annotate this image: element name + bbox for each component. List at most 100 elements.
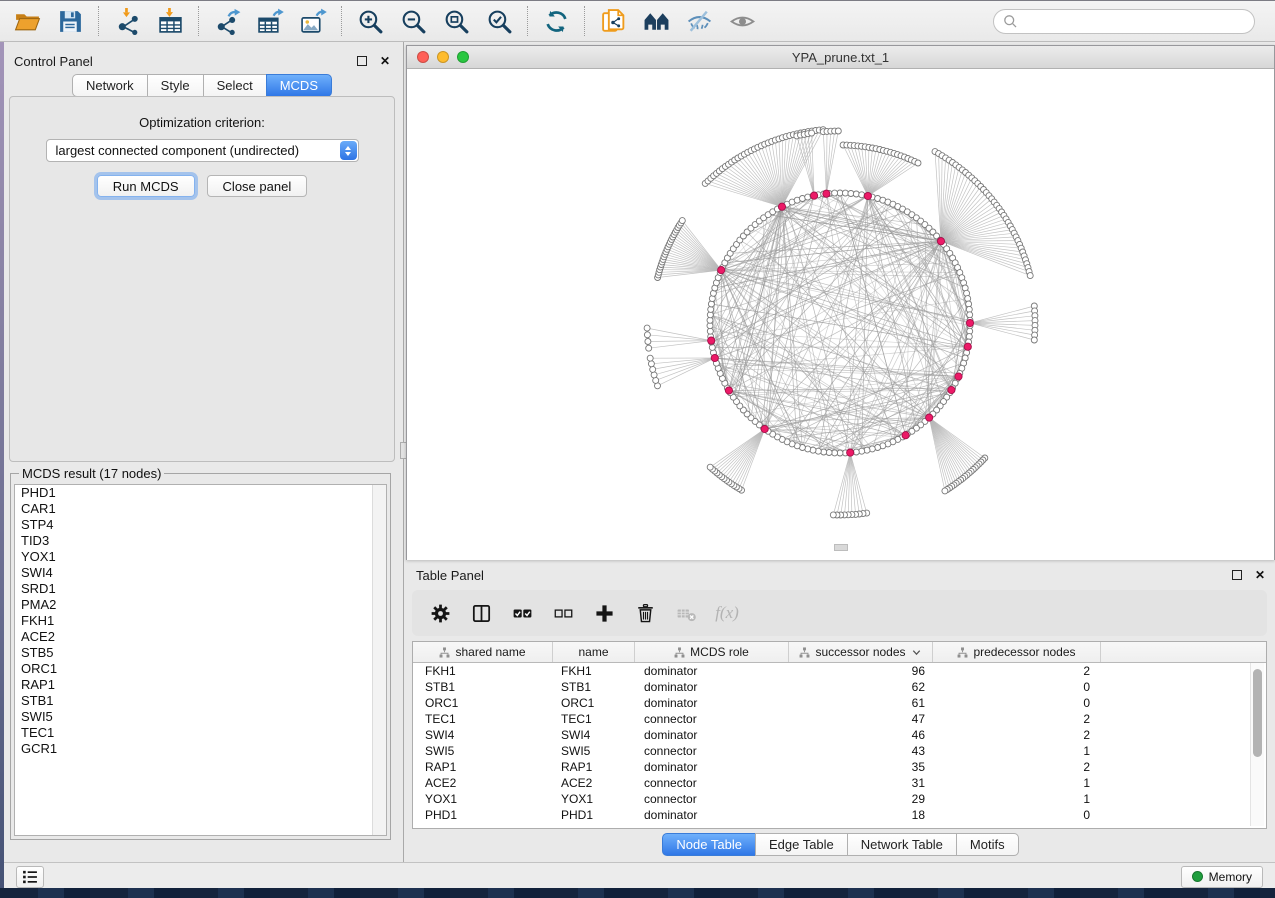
cell-shared-name: TEC1 [413, 711, 553, 727]
cell-successor-nodes: 62 [789, 679, 933, 695]
table-row[interactable]: FKH1FKH1dominator962 [413, 663, 1266, 679]
duplicate-network-button[interactable] [592, 3, 635, 39]
tab-edge-table[interactable]: Edge Table [755, 833, 848, 856]
network-window: YPA_prune.txt_1 [406, 45, 1275, 560]
export-image-button[interactable] [292, 3, 335, 39]
cell-successor-nodes: 18 [789, 807, 933, 823]
deselect-all-rows-button[interactable] [551, 601, 575, 625]
delete-columns-icon [635, 603, 656, 624]
cell-name: YOX1 [553, 791, 635, 807]
zoom-out-button[interactable] [392, 3, 435, 39]
select-all-rows-button[interactable] [510, 601, 534, 625]
zoom-selected-button[interactable] [478, 3, 521, 39]
column-header-predecessor-nodes[interactable]: predecessor nodes [933, 642, 1101, 662]
tab-node-table[interactable]: Node Table [662, 833, 756, 856]
mcds-node-item: STB5 [15, 645, 386, 661]
table-row[interactable]: PHD1PHD1dominator180 [413, 807, 1266, 823]
tab-motifs[interactable]: Motifs [956, 833, 1019, 856]
table-header-row: shared namename MCDS role successor nodes p… [413, 642, 1266, 663]
cell-mcds-role: dominator [635, 695, 789, 711]
control-panel: Control Panel ✕ NetworkStyleSelectMCDS O… [4, 42, 400, 862]
show-all-button[interactable] [721, 3, 764, 39]
column-header-shared-name[interactable]: shared name [413, 642, 553, 662]
column-label: MCDS role [690, 645, 749, 659]
zoom-fit-button[interactable] [435, 3, 478, 39]
select-all-rows-icon [512, 603, 533, 624]
table-row[interactable]: SWI5SWI5connector431 [413, 743, 1266, 759]
open-file-button[interactable] [6, 3, 49, 39]
mcds-node-item: CAR1 [15, 501, 386, 517]
mcds-result-list[interactable]: PHD1CAR1STP4TID3YOX1SWI4SRD1PMA2FKH1ACE2… [14, 484, 387, 836]
export-table-button[interactable] [249, 3, 292, 39]
run-mcds-button[interactable]: Run MCDS [97, 175, 195, 197]
cell-mcds-role: dominator [635, 759, 789, 775]
function-builder-label: f(x) [715, 603, 739, 623]
network-titlebar[interactable]: YPA_prune.txt_1 [407, 46, 1274, 69]
cell-successor-nodes: 31 [789, 775, 933, 791]
tab-select[interactable]: Select [203, 74, 267, 97]
search-icon [1002, 13, 1019, 30]
table-row[interactable]: ORC1ORC1dominator610 [413, 695, 1266, 711]
table-row[interactable]: SWI4SWI4dominator462 [413, 727, 1266, 743]
zoom-selected-icon [486, 8, 513, 35]
cell-successor-nodes: 47 [789, 711, 933, 727]
mcds-node-item: STP4 [15, 517, 386, 533]
table-row[interactable]: ACE2ACE2connector311 [413, 775, 1266, 791]
tab-network-table[interactable]: Network Table [847, 833, 957, 856]
column-header-successor-nodes[interactable]: successor nodes [789, 642, 933, 662]
cell-successor-nodes: 35 [789, 759, 933, 775]
mcds-list-scrollbar[interactable] [372, 485, 386, 835]
table-settings-button[interactable] [428, 601, 452, 625]
delete-columns-button[interactable] [633, 601, 657, 625]
export-network-button[interactable] [206, 3, 249, 39]
close-panel-icon[interactable]: ✕ [380, 56, 390, 66]
float-table-panel-icon[interactable] [1232, 570, 1242, 580]
tab-style[interactable]: Style [147, 74, 204, 97]
cell-mcds-role: connector [635, 791, 789, 807]
table-row[interactable]: TEC1TEC1connector472 [413, 711, 1266, 727]
export-network-icon [214, 8, 241, 35]
show-panels-button[interactable] [16, 866, 44, 888]
cell-successor-nodes: 96 [789, 663, 933, 679]
table-row[interactable]: STB1STB1dominator620 [413, 679, 1266, 695]
mcds-node-item: SRD1 [15, 581, 386, 597]
save-session-button[interactable] [49, 3, 92, 39]
add-column-button[interactable] [592, 601, 616, 625]
close-table-panel-icon[interactable]: ✕ [1255, 570, 1265, 580]
close-panel-button[interactable]: Close panel [207, 175, 308, 197]
table-toolbar: f(x) [412, 590, 1267, 636]
cell-successor-nodes: 46 [789, 727, 933, 743]
column-header-mcds-role[interactable]: MCDS role [635, 642, 789, 662]
tab-mcds[interactable]: MCDS [266, 74, 332, 97]
toolbar-separator [527, 6, 529, 36]
table-panel-header: Table Panel ✕ [406, 563, 1275, 587]
apply-preferred-layout-button[interactable] [535, 3, 578, 39]
hide-selected-button[interactable] [678, 3, 721, 39]
zoom-out-icon [400, 8, 427, 35]
mcds-node-item: FKH1 [15, 613, 386, 629]
network-canvas[interactable] [407, 69, 1274, 560]
criterion-select[interactable]: largest connected component (undirected) [46, 139, 359, 162]
column-label: predecessor nodes [973, 645, 1075, 659]
split-handle[interactable] [834, 544, 848, 551]
scrollbar-thumb[interactable] [1253, 669, 1262, 757]
import-network-button[interactable] [106, 3, 149, 39]
column-header-name[interactable]: name [553, 642, 635, 662]
import-table-button[interactable] [149, 3, 192, 39]
search-input[interactable] [1024, 13, 1254, 30]
network-canvas-svg[interactable] [407, 69, 1274, 560]
tab-network[interactable]: Network [72, 74, 148, 97]
memory-button[interactable]: Memory [1181, 866, 1263, 888]
cell-shared-name: RAP1 [413, 759, 553, 775]
table-scrollbar[interactable] [1250, 663, 1264, 826]
toggle-columns-button[interactable] [469, 601, 493, 625]
column-header-filler [1101, 642, 1266, 662]
control-panel-header: Control Panel ✕ [4, 42, 400, 73]
float-panel-icon[interactable] [357, 56, 367, 66]
mcds-node-item: PHD1 [15, 485, 386, 501]
zoom-in-button[interactable] [349, 3, 392, 39]
cell-name: SWI5 [553, 743, 635, 759]
table-row[interactable]: YOX1YOX1connector291 [413, 791, 1266, 807]
table-row[interactable]: RAP1RAP1dominator352 [413, 759, 1266, 775]
first-neighbors-button[interactable] [635, 3, 678, 39]
